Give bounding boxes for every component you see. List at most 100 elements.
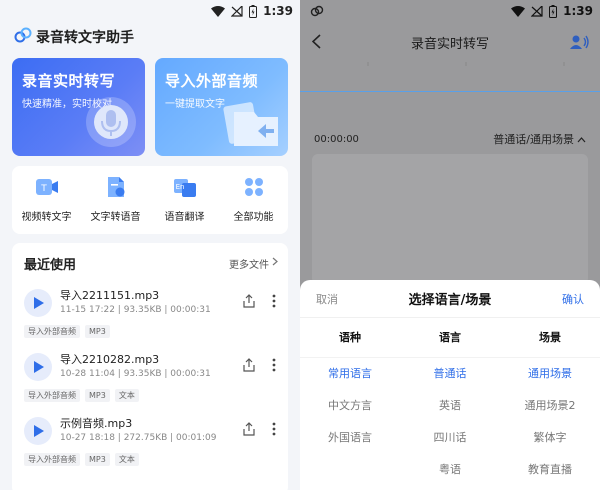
speaker-recognition-icon[interactable] — [570, 34, 590, 54]
elapsed-time: 00:00:00 — [314, 133, 359, 145]
recent-header: 最近使用 更多文件 — [12, 243, 288, 283]
app-header: 录音转文字助手 — [0, 22, 300, 52]
tag: 导入外部音频 — [24, 389, 80, 402]
picker-option[interactable]: 粤语 — [400, 454, 500, 486]
tool-grid: T 视频转文字 文字转语音 En 语音翻译 全部功能 — [12, 166, 288, 234]
tool-label: 语音翻译 — [164, 212, 205, 223]
back-icon[interactable] — [311, 34, 321, 53]
play-icon — [33, 358, 44, 377]
share-icon[interactable] — [242, 421, 256, 440]
more-files-link[interactable]: 更多文件 — [229, 256, 278, 271]
picker-option[interactable]: 四川话 — [400, 422, 500, 454]
file-tags: 导入外部音频 MP3 — [24, 325, 115, 338]
picker-column-category[interactable]: 语种 常用语言 中文方言 外国语言 — [300, 318, 400, 490]
waveform-graphic — [367, 62, 565, 66]
signal-off-icon — [231, 5, 243, 17]
column-header: 语言 — [400, 318, 500, 358]
home-screen: 1:39 录音转文字助手 录音实时转写 快速精准，实时校对 导入外部音频 一键提… — [0, 0, 300, 490]
tag: MP3 — [85, 389, 110, 402]
picker-option[interactable]: 外国语言 — [300, 422, 400, 454]
picker-option[interactable]: 中文方言 — [300, 390, 400, 422]
text-to-speech-icon — [105, 176, 127, 202]
tool-voice-translate[interactable]: En 语音翻译 — [150, 166, 219, 234]
status-bar: 1:39 — [0, 0, 300, 22]
record-info-bar: 00:00:00 普通话/通用场景 — [300, 126, 600, 152]
wifi-icon — [511, 5, 526, 17]
more-options-icon[interactable] — [272, 293, 276, 312]
status-bar: 1:39 — [300, 0, 600, 22]
more-options-icon[interactable] — [272, 421, 276, 440]
status-time: 1:39 — [563, 4, 593, 18]
tag: 文本 — [114, 453, 139, 466]
chevron-up-icon — [577, 133, 586, 146]
picker-column-scene[interactable]: 场景 通用场景 通用场景2 繁体字 教育直播 — [500, 318, 600, 490]
record-transcribe-card[interactable]: 录音实时转写 快速精准，实时校对 — [12, 58, 145, 156]
transcript-area — [312, 154, 588, 284]
status-time: 1:39 — [263, 4, 293, 18]
tool-all-functions[interactable]: 全部功能 — [219, 166, 288, 234]
play-icon — [33, 422, 44, 441]
language-scene-sheet: 取消 选择语言/场景 确认 语种 常用语言 中文方言 外国语言 语言 普通话 英… — [300, 280, 600, 490]
realtime-transcribe-screen: 1:39 录音实时转写 00:00:00 普通话/通用场景 取消 选择语言/场景… — [300, 0, 600, 490]
more-options-icon[interactable] — [272, 357, 276, 376]
sheet-header: 取消 选择语言/场景 确认 — [300, 280, 600, 318]
confirm-button[interactable]: 确认 — [562, 291, 584, 307]
app-title: 录音转文字助手 — [36, 30, 134, 46]
tool-label: 全部功能 — [233, 212, 274, 223]
picker-option[interactable]: 通用场景2 — [500, 390, 600, 422]
tool-video-to-text[interactable]: T 视频转文字 — [12, 166, 81, 234]
all-functions-icon — [243, 176, 265, 202]
picker-columns: 语种 常用语言 中文方言 外国语言 语言 普通话 英语 四川话 粤语 场景 通用… — [300, 318, 600, 490]
picker-option-selected[interactable]: 常用语言 — [300, 358, 400, 390]
picker-column-language[interactable]: 语言 普通话 英语 四川话 粤语 — [400, 318, 500, 490]
recent-files-panel: 最近使用 更多文件 导入2211151.mp3 11-15 17:22 | 93… — [12, 243, 288, 490]
voice-translate-icon: En — [173, 176, 197, 202]
video-to-text-icon: T — [35, 176, 59, 202]
sync-icon — [310, 5, 324, 20]
picker-option-selected[interactable]: 普通话 — [400, 358, 500, 390]
language-scene-label: 普通话/通用场景 — [493, 133, 574, 146]
wifi-icon — [211, 5, 226, 17]
more-files-label: 更多文件 — [229, 259, 269, 271]
folder-import-icon — [220, 98, 282, 152]
cancel-button[interactable]: 取消 — [316, 291, 338, 307]
card-title: 录音实时转写 — [22, 72, 116, 90]
list-item[interactable]: 导入2210282.mp3 10-28 11:04 | 93.35KB | 00… — [12, 347, 288, 411]
feature-cards: 录音实时转写 快速精准，实时校对 导入外部音频 一键提取文字 — [12, 58, 288, 156]
waveform-area — [300, 62, 600, 92]
play-button[interactable] — [24, 289, 52, 317]
page-title: 录音实时转写 — [410, 36, 489, 52]
picker-option-selected[interactable]: 通用场景 — [500, 358, 600, 390]
play-button[interactable] — [24, 353, 52, 381]
app-logo-icon — [14, 27, 32, 47]
share-icon[interactable] — [242, 293, 256, 312]
tag: MP3 — [85, 325, 110, 338]
chevron-right-icon — [272, 257, 278, 269]
tool-label: 文字转语音 — [90, 212, 141, 223]
tool-text-to-speech[interactable]: 文字转语音 — [81, 166, 150, 234]
tag: 导入外部音频 — [24, 325, 80, 338]
battery-icon — [249, 4, 258, 18]
list-item[interactable]: 导入2211151.mp3 11-15 17:22 | 93.35KB | 00… — [12, 283, 288, 347]
recent-title: 最近使用 — [24, 257, 77, 273]
tag: MP3 — [85, 453, 110, 466]
column-header: 场景 — [500, 318, 600, 358]
picker-option[interactable]: 教育直播 — [500, 454, 600, 486]
page-header: 录音实时转写 — [300, 22, 600, 62]
svg-text:En: En — [175, 183, 184, 191]
svg-text:T: T — [40, 184, 47, 194]
play-icon — [33, 294, 44, 313]
tool-label: 视频转文字 — [21, 212, 72, 223]
import-audio-card[interactable]: 导入外部音频 一键提取文字 — [155, 58, 288, 156]
language-scene-selector[interactable]: 普通话/通用场景 — [493, 131, 586, 147]
share-icon[interactable] — [242, 357, 256, 376]
play-button[interactable] — [24, 417, 52, 445]
column-header: 语种 — [300, 318, 400, 358]
signal-off-icon — [531, 5, 543, 17]
battery-icon — [549, 4, 558, 18]
picker-option[interactable]: 繁体字 — [500, 422, 600, 454]
file-tags: 导入外部音频 MP3 文本 — [24, 389, 144, 402]
list-item[interactable]: 示例音频.mp3 10-27 18:18 | 272.75KB | 00:01:… — [12, 411, 288, 475]
picker-option[interactable]: 英语 — [400, 390, 500, 422]
tag: 导入外部音频 — [24, 453, 80, 466]
